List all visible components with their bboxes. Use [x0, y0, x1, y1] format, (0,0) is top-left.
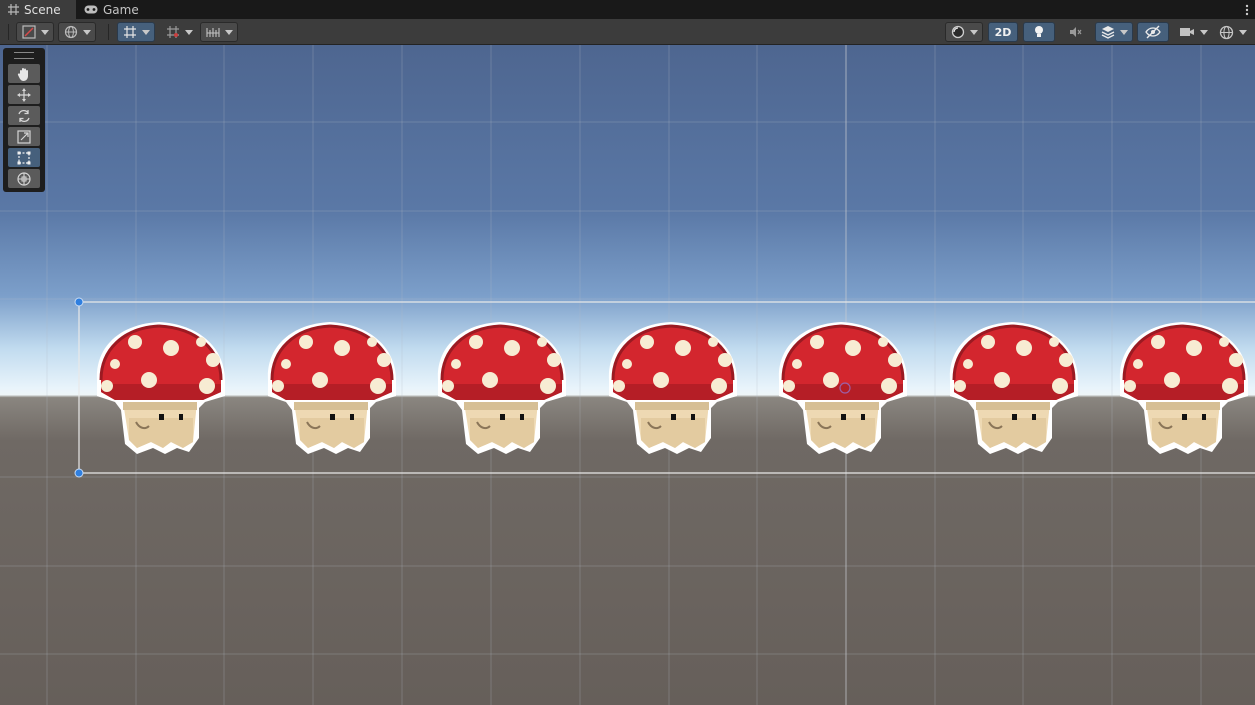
chevron-down-icon — [40, 29, 49, 35]
gizmo-globe-icon — [1219, 25, 1234, 40]
global-local-dropdown[interactable] — [58, 22, 96, 42]
chevron-down-icon — [969, 29, 978, 35]
chevron-down-icon — [82, 29, 91, 35]
lightbulb-icon — [1033, 25, 1045, 39]
scene-toolbar: 2D — [0, 19, 1255, 45]
scene-visibility-toggle[interactable] — [1137, 22, 1169, 42]
grid-icon — [8, 4, 19, 15]
move-arrows-icon — [16, 87, 32, 103]
chevron-down-icon — [1239, 29, 1247, 35]
globe-icon — [64, 25, 78, 39]
chevron-down-icon — [141, 29, 150, 35]
tab-game[interactable]: Game — [76, 0, 155, 19]
mushroom-sprite-1[interactable] — [95, 320, 227, 456]
ruler-icon — [205, 25, 220, 39]
tab-game-label: Game — [103, 2, 139, 17]
scale-tool-button[interactable] — [8, 127, 40, 146]
selection-handle-bottom-left[interactable] — [74, 468, 84, 478]
rotate-icon — [16, 108, 32, 124]
scene-viewport[interactable] — [0, 45, 1255, 705]
scene-camera-dropdown[interactable] — [1173, 22, 1213, 42]
chevron-down-icon — [1119, 29, 1128, 35]
2d-mode-label: 2D — [994, 25, 1012, 39]
grid-snap-icon — [123, 25, 137, 39]
chevron-down-icon — [224, 29, 233, 35]
shading-mode-dropdown[interactable] — [945, 22, 983, 42]
eye-hidden-icon — [1145, 25, 1161, 39]
rect-tool-button[interactable] — [8, 148, 40, 167]
scale-icon — [16, 129, 32, 145]
mushroom-sprite-4[interactable] — [607, 320, 739, 456]
camera-icon — [1179, 26, 1195, 38]
transform-icon — [16, 171, 32, 187]
gamepad-icon — [84, 5, 98, 14]
speaker-muted-icon — [1068, 25, 1082, 39]
toolbar-separator — [108, 24, 109, 40]
tab-scene[interactable]: Scene — [0, 0, 76, 19]
move-tool-button[interactable] — [8, 85, 40, 104]
tab-bar: Scene Game — [0, 0, 1255, 19]
rotate-tool-button[interactable] — [8, 106, 40, 125]
selection-handle-top-left[interactable] — [74, 297, 84, 307]
chevron-down-icon — [184, 29, 193, 35]
hand-icon — [16, 66, 32, 82]
2d-mode-toggle[interactable]: 2D — [988, 22, 1018, 42]
chevron-down-icon — [1199, 29, 1208, 35]
tools-overlay — [3, 48, 45, 192]
mushroom-sprite-2[interactable] — [266, 320, 398, 456]
mushroom-sprite-6[interactable] — [948, 320, 1080, 456]
overlay-drag-handle[interactable] — [14, 52, 34, 59]
effects-dropdown[interactable] — [1095, 22, 1133, 42]
toolbar-grip — [8, 24, 9, 40]
ruler-dropdown[interactable] — [200, 22, 238, 42]
scene-canvas[interactable] — [0, 45, 1255, 705]
mushroom-sprite-3[interactable] — [436, 320, 568, 456]
increment-snapping-dropdown[interactable] — [160, 22, 198, 42]
layers-icon — [1101, 25, 1115, 39]
grid-snapping-toggle[interactable] — [117, 22, 155, 42]
more-options-icon[interactable] — [1239, 0, 1255, 19]
tab-scene-label: Scene — [24, 2, 61, 17]
draw-mode-dropdown[interactable] — [16, 22, 54, 42]
increment-snap-icon — [166, 25, 180, 39]
mushroom-sprite-7[interactable] — [1118, 320, 1250, 456]
rect-transform-icon — [16, 150, 32, 166]
gizmos-dropdown[interactable] — [1214, 22, 1252, 42]
transform-tool-button[interactable] — [8, 169, 40, 188]
shading-sphere-icon — [951, 25, 965, 39]
lighting-toggle[interactable] — [1023, 22, 1055, 42]
sprite-row[interactable] — [95, 320, 1250, 456]
hand-tool-button[interactable] — [8, 64, 40, 83]
audio-toggle[interactable] — [1060, 22, 1090, 42]
mushroom-sprite-5[interactable] — [777, 320, 909, 456]
draw-mode-icon — [21, 25, 36, 39]
